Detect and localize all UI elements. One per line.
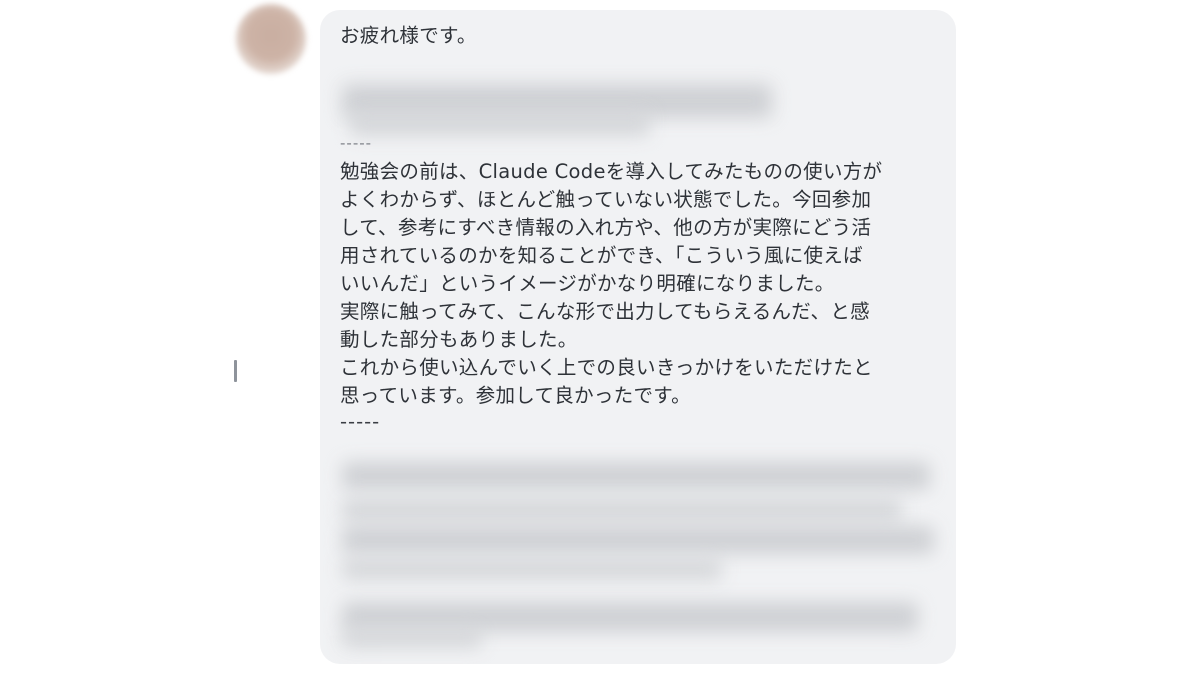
redacted-text-block bbox=[342, 628, 482, 648]
message-line-4: 用されているのかを知ることができ、「こういう風に使えば bbox=[340, 244, 863, 267]
message-greeting: お疲れ様です。 bbox=[340, 24, 477, 47]
chat-view: お疲れ様です。 ----- 勉強会の前は、Claude Codeを導入してみたも… bbox=[0, 0, 1200, 675]
redacted-text-block bbox=[342, 498, 902, 522]
message-line-6: 実際に触ってみて、こんな形で出力してもらえるんだ、と感 bbox=[340, 300, 870, 323]
message-divider-bottom: ----- bbox=[340, 410, 381, 433]
message-line-3: して、参考にすべき情報の入れ方や、他の方が実際にどう活 bbox=[340, 216, 872, 239]
message-line-5: いいんだ」というイメージがかなり明確になりました。 bbox=[340, 272, 835, 295]
redacted-text-block bbox=[350, 110, 650, 136]
message-line-2: よくわからず、ほとんど触っていない状態でした。今回参加 bbox=[340, 188, 872, 211]
avatar[interactable] bbox=[236, 4, 306, 74]
message-line-1: 勉強会の前は、Claude Codeを導入してみたものの使い方が bbox=[340, 160, 883, 183]
message-line-8: これから使い込んでいく上での良いきっかけをいただけたと bbox=[340, 356, 873, 379]
message-divider-top: ----- bbox=[340, 134, 373, 152]
message-line-7: 動した部分もありました。 bbox=[340, 328, 578, 351]
message-line-9: 思っています。参加して良かったです。 bbox=[340, 384, 691, 407]
redacted-text-block bbox=[342, 462, 930, 490]
text-cursor-indicator bbox=[234, 360, 237, 382]
message-bubble: お疲れ様です。 ----- 勉強会の前は、Claude Codeを導入してみたも… bbox=[320, 10, 956, 664]
redacted-text-block bbox=[342, 526, 934, 554]
redacted-text-block bbox=[342, 558, 722, 580]
